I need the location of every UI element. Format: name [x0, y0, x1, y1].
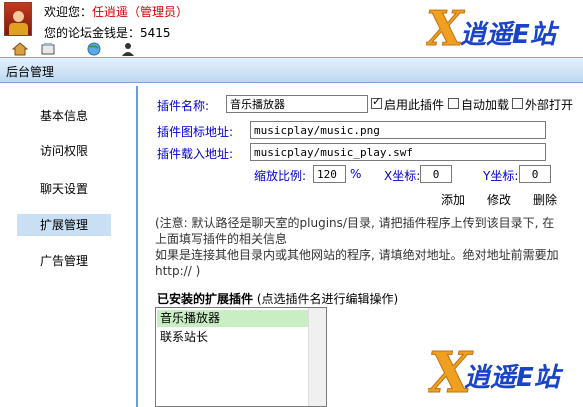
- tools-icon[interactable]: [40, 42, 56, 56]
- autoload-label: 自动加载: [461, 98, 510, 112]
- header: 欢迎您：任逍遥（管理员） 您的论坛金钱是：5415 X 逍遥E站: [0, 0, 583, 57]
- welcome-prefix: 欢迎您：: [44, 5, 93, 19]
- list-scrollbar[interactable]: [308, 308, 326, 406]
- home-icon[interactable]: [12, 42, 28, 56]
- installed-plugins-hint: (点选插件名进行编辑操作): [253, 292, 399, 306]
- user-icon[interactable]: [120, 42, 136, 56]
- site-logo: X 逍遥E站: [426, 3, 560, 55]
- sidebar-item-basic-info[interactable]: 基本信息: [17, 105, 111, 127]
- icon-url-input[interactable]: [250, 121, 546, 139]
- scale-unit: %: [350, 167, 362, 181]
- svg-text:逍遥E站: 逍遥E站: [460, 20, 560, 50]
- x-coord-input[interactable]: [420, 165, 452, 183]
- y-coord-input[interactable]: [519, 165, 551, 183]
- coins-text: 您的论坛金钱是：5415: [44, 24, 171, 41]
- autoload-checkbox[interactable]: [448, 98, 459, 109]
- add-button[interactable]: 添加: [441, 191, 465, 208]
- site-logo-watermark: X 逍遥E站: [428, 340, 564, 402]
- user-role: （管理员）: [128, 5, 189, 19]
- username[interactable]: 任逍遥: [92, 5, 128, 19]
- plugin-name-label: 插件名称:: [157, 99, 210, 113]
- load-url-label: 插件载入地址:: [157, 147, 234, 161]
- plugin-name-input[interactable]: [226, 95, 368, 113]
- sidebar: 基本信息 访问权限 聊天设置 扩展管理 广告管理: [0, 83, 133, 407]
- content-divider: [136, 86, 138, 407]
- installed-plugins-title: 已安装的扩展插件 (点选插件名进行编辑操作): [157, 290, 398, 307]
- admin-title-bar: 后台管理: [0, 57, 583, 83]
- scale-label: 缩放比例:: [254, 169, 307, 183]
- icon-url-label: 插件图标地址:: [157, 125, 234, 139]
- sidebar-item-extensions[interactable]: 扩展管理: [17, 214, 111, 236]
- avatar: [4, 2, 32, 36]
- installed-plugins-heading: 已安装的扩展插件: [157, 292, 254, 306]
- sidebar-item-chat-settings[interactable]: 聊天设置: [17, 178, 111, 200]
- open-external-checkbox[interactable]: [512, 98, 523, 109]
- svg-text:逍遥E站: 逍遥E站: [464, 363, 564, 393]
- coins-value: 5415: [140, 26, 171, 40]
- welcome-text: 欢迎您：任逍遥（管理员）: [44, 3, 188, 20]
- path-note: (注意: 默认路径是聊天室的plugins/目录, 请把插件程序上传到该目录下,…: [155, 216, 555, 246]
- globe-icon[interactable]: [86, 42, 102, 56]
- list-item[interactable]: 音乐播放器: [157, 310, 308, 327]
- open-external-label: 外部打开: [525, 98, 574, 112]
- sidebar-item-ads[interactable]: 广告管理: [17, 250, 111, 272]
- x-coord-label: X坐标:: [384, 169, 421, 183]
- sidebar-item-access[interactable]: 访问权限: [17, 140, 111, 162]
- load-url-input[interactable]: [250, 143, 546, 161]
- enable-plugin-label: 启用此插件: [384, 98, 445, 112]
- admin-title: 后台管理: [6, 65, 55, 79]
- scale-input[interactable]: [313, 165, 346, 183]
- absolute-path-note: 如果是连接其他目录内或其他网站的程序, 请填绝对地址。绝对地址前需要加 http…: [155, 248, 559, 278]
- enable-plugin-checkbox[interactable]: [371, 95, 382, 109]
- installed-plugins-list[interactable]: 音乐播放器 联系站长: [155, 307, 327, 407]
- y-coord-label: Y坐标:: [483, 169, 519, 183]
- delete-button[interactable]: 删除: [533, 191, 557, 208]
- edit-button[interactable]: 修改: [487, 191, 511, 208]
- coins-label: 您的论坛金钱是：: [44, 26, 141, 40]
- list-item[interactable]: 联系站长: [157, 329, 308, 346]
